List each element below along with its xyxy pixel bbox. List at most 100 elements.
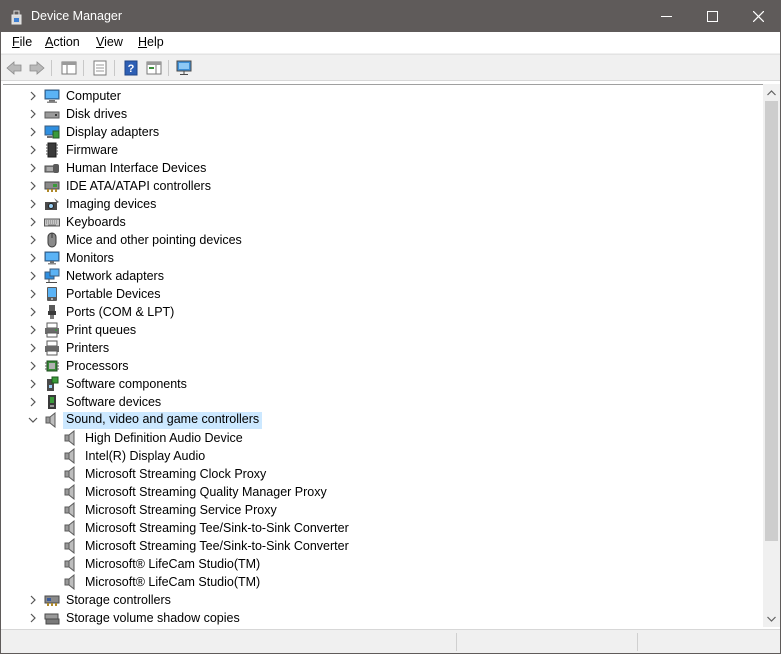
tree-category[interactable]: Storage controllers [3, 591, 743, 609]
chevron-right-icon[interactable] [28, 217, 38, 227]
software-component-icon [47, 376, 59, 391]
toolbar: ? [1, 54, 780, 81]
close-button[interactable] [735, 1, 781, 32]
chevron-right-icon[interactable] [28, 307, 38, 317]
tree-category[interactable]: Print queues [3, 321, 743, 339]
chevron-right-icon[interactable] [28, 613, 38, 623]
status-bar [1, 629, 780, 653]
svg-text:?: ? [128, 63, 135, 75]
chevron-right-icon[interactable] [28, 145, 38, 155]
speaker-icon [64, 430, 75, 446]
tree-category[interactable]: Software components [3, 375, 743, 393]
network-adapter-icon [44, 268, 60, 283]
console-tree-icon [61, 61, 77, 75]
back-button[interactable] [4, 59, 24, 77]
tree-category[interactable]: IDE ATA/ATAPI controllers [3, 177, 743, 195]
processor-icon [45, 360, 59, 372]
chevron-right-icon[interactable] [28, 181, 38, 191]
chevron-down-icon[interactable] [28, 415, 38, 425]
forward-button[interactable] [27, 59, 47, 77]
chevron-right-icon[interactable] [28, 271, 38, 281]
tree-category[interactable]: Mice and other pointing devices [3, 231, 743, 249]
action-pane-button[interactable] [144, 59, 164, 77]
portable-device-icon [47, 287, 57, 301]
category-label: Storage volume shadow copies [66, 611, 240, 625]
tree-device[interactable]: Intel(R) Display Audio [3, 447, 743, 465]
tree-category[interactable]: Display adapters [3, 123, 743, 141]
chevron-right-icon[interactable] [28, 379, 38, 389]
tree-category[interactable]: Network adapters [3, 267, 743, 285]
tree-device[interactable]: High Definition Audio Device [3, 429, 743, 447]
chevron-right-icon[interactable] [28, 343, 38, 353]
tree-device[interactable]: Microsoft Streaming Quality Manager Prox… [3, 483, 743, 501]
menu-help[interactable]: Help [138, 35, 164, 49]
chevron-up-icon [767, 89, 776, 95]
tree-category[interactable]: Printers [3, 339, 743, 357]
disk-drive-icon [44, 111, 60, 119]
chevron-right-icon[interactable] [28, 163, 38, 173]
scroll-up-button[interactable] [763, 84, 780, 101]
tree-device[interactable]: Microsoft Streaming Tee/Sink-to-Sink Con… [3, 537, 743, 555]
menu-action[interactable]: Action [45, 35, 80, 49]
tree-category-expanded[interactable]: Sound, video and game controllers [3, 411, 743, 429]
tree-category[interactable]: Ports (COM & LPT) [3, 303, 743, 321]
category-label: Mice and other pointing devices [66, 233, 242, 247]
chevron-right-icon[interactable] [28, 109, 38, 119]
tree-category[interactable]: Imaging devices [3, 195, 743, 213]
scroll-down-button[interactable] [763, 610, 780, 627]
maximize-button[interactable] [689, 1, 735, 32]
display-adapter-icon [44, 125, 60, 139]
toolbar-separator [83, 60, 84, 76]
minimize-button[interactable] [643, 1, 689, 32]
category-label: Printers [66, 341, 110, 355]
scroll-thumb[interactable] [765, 101, 778, 541]
menu-file[interactable]: File [12, 35, 32, 49]
device-tree[interactable]: Computer Disk drives Display adapters Firmw… [3, 84, 763, 627]
tree-device[interactable]: Microsoft Streaming Service Proxy [3, 501, 743, 519]
scan-hardware-button[interactable] [175, 59, 195, 77]
menu-bar: File Action View Help [1, 32, 780, 54]
tree-category[interactable]: Software devices [3, 393, 743, 411]
tree-category[interactable]: Processors [3, 357, 743, 375]
vertical-scrollbar[interactable] [763, 84, 780, 627]
chevron-right-icon[interactable] [28, 235, 38, 245]
camera-icon [45, 198, 59, 210]
firmware-icon [46, 142, 58, 158]
tree-category[interactable]: Portable Devices [3, 285, 743, 303]
toolbar-separator [168, 60, 169, 76]
show-hide-console-tree-button[interactable] [59, 59, 79, 77]
help-button[interactable]: ? [121, 59, 141, 77]
scan-hardware-icon [176, 60, 192, 75]
chevron-right-icon[interactable] [28, 595, 38, 605]
chevron-right-icon[interactable] [28, 127, 38, 137]
category-label: Software devices [66, 395, 162, 409]
device-manager-window: Device Manager File Action View Help ? C… [0, 0, 781, 654]
tree-category[interactable]: Monitors [3, 249, 743, 267]
tree-category[interactable]: Keyboards [3, 213, 743, 231]
tree-category[interactable]: Computer [3, 87, 743, 105]
chevron-right-icon[interactable] [28, 253, 38, 263]
tree-category[interactable]: Human Interface Devices [3, 159, 743, 177]
tree-device[interactable]: Microsoft® LifeCam Studio(TM) [3, 555, 743, 573]
tree-device[interactable]: Microsoft® LifeCam Studio(TM) [3, 573, 743, 591]
tree-category[interactable]: Storage volume shadow copies [3, 609, 743, 627]
tree-device[interactable]: Microsoft Streaming Clock Proxy [3, 465, 743, 483]
chevron-right-icon[interactable] [28, 361, 38, 371]
chevron-right-icon[interactable] [28, 325, 38, 335]
computer-icon [44, 89, 60, 103]
category-label: Firmware [66, 143, 119, 157]
category-label: Human Interface Devices [66, 161, 207, 175]
tree-category[interactable]: Disk drives [3, 105, 743, 123]
title-bar[interactable]: Device Manager [1, 1, 780, 32]
mouse-icon [47, 232, 57, 248]
chevron-right-icon[interactable] [28, 289, 38, 299]
chevron-right-icon[interactable] [28, 199, 38, 209]
menu-view[interactable]: View [96, 35, 123, 49]
chevron-right-icon[interactable] [28, 91, 38, 101]
tree-category[interactable]: Firmware [3, 141, 743, 159]
tree-device[interactable]: Microsoft Streaming Tee/Sink-to-Sink Con… [3, 519, 743, 537]
action-pane-icon [146, 61, 162, 75]
properties-button[interactable] [90, 59, 110, 77]
status-pane-divider [456, 633, 457, 651]
chevron-right-icon[interactable] [28, 397, 38, 407]
